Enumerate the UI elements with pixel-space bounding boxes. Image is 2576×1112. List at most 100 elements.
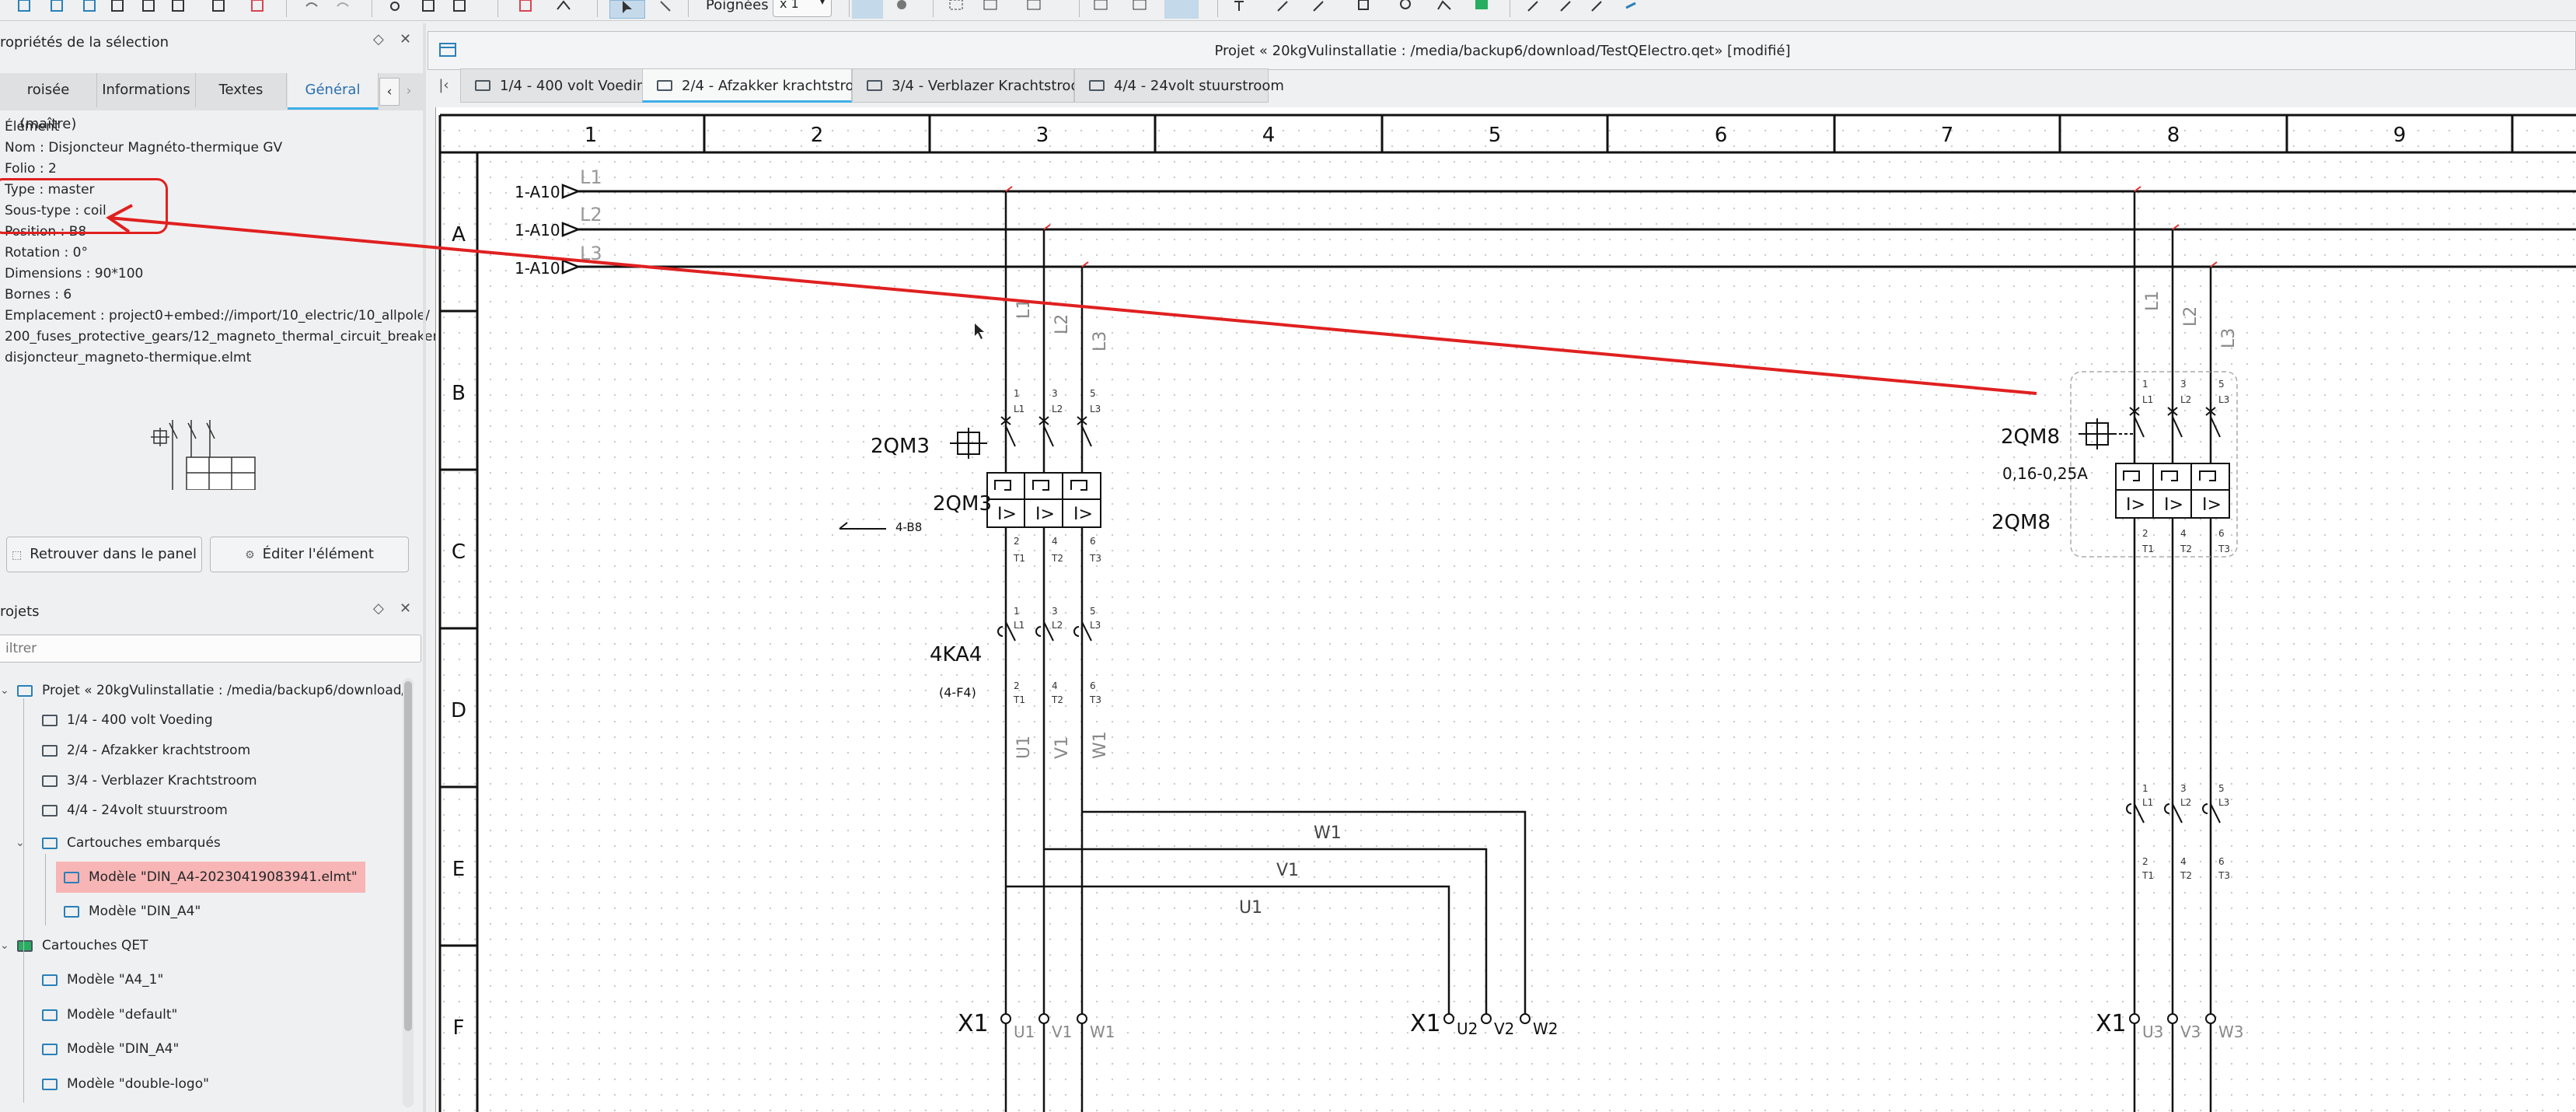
bus-ref: 1-A10	[515, 259, 560, 278]
pole-number: 3	[1052, 388, 1058, 399]
wire-label: U1	[1014, 736, 1034, 759]
motor-wire-label: U1	[1239, 898, 1262, 918]
terminal-tag: X1	[2096, 1010, 2127, 1037]
contactor-ref: (4-F4)	[939, 685, 976, 700]
pole-number: 4	[2180, 528, 2187, 539]
pole-label: L3	[1090, 620, 1101, 631]
breaker-label: 2QM3	[933, 492, 992, 516]
schematic-drawing: 1 2 3 4 5 6 7 8 9 A B C D E F 1-A10 1-A1…	[106, 114, 2576, 1112]
bus-label: L1	[580, 166, 602, 188]
column-header: 4	[1262, 124, 1276, 147]
wire-label: L1	[2143, 291, 2162, 311]
pole-number: 2	[1014, 536, 1020, 547]
pole-number: 4	[1052, 536, 1058, 547]
motor-wire-label: V1	[1276, 861, 1299, 880]
wire-label: L2	[1052, 314, 1072, 334]
terminal-name: W3	[2218, 1023, 2244, 1041]
bus-ref: 1-A10	[515, 221, 560, 240]
pole-label: L1	[1014, 404, 1024, 414]
pole-number: 1	[2142, 783, 2148, 794]
pole-label: L2	[2180, 797, 2191, 808]
terminal-name: W2	[1533, 1019, 1559, 1038]
terminal-name: U1	[1014, 1023, 1035, 1041]
terminal-tag: X1	[958, 1010, 989, 1037]
row-header: E	[452, 858, 465, 881]
wire-label: L2	[2181, 306, 2201, 327]
column-header: 6	[1715, 124, 1728, 147]
breaker-tag: 2QM3	[871, 435, 930, 458]
pole-number: 1	[1014, 606, 1020, 617]
pole-number: 5	[1090, 606, 1096, 617]
terminal-name: U2	[1457, 1019, 1478, 1038]
pole-label: L1	[2142, 797, 2153, 808]
terminal-name: V3	[2180, 1023, 2201, 1041]
pole-label: T1	[2141, 870, 2154, 881]
column-header: 3	[1036, 124, 1049, 147]
trip-label: I>	[2126, 495, 2145, 515]
pole-number: 2	[2142, 856, 2148, 867]
pole-label: T3	[2218, 544, 2230, 554]
bus-label: L2	[580, 204, 602, 226]
pole-label: L1	[1014, 620, 1024, 631]
pole-label: T1	[2141, 544, 2154, 554]
pole-number: 6	[1090, 536, 1096, 547]
pole-number: 4	[2180, 856, 2187, 867]
pole-number: 3	[1052, 606, 1058, 617]
pole-number: 4	[1052, 680, 1058, 691]
pole-label: T2	[1051, 553, 1063, 564]
bus-ref: 1-A10	[515, 183, 560, 201]
trip-label: I>	[1035, 505, 1055, 524]
pole-number: 5	[2218, 379, 2225, 390]
terminal-name: V2	[1494, 1019, 1514, 1038]
pole-label: T1	[1013, 553, 1025, 564]
column-header: 7	[1941, 124, 1954, 147]
pole-label: T3	[1089, 694, 1101, 705]
pole-label: L3	[2218, 394, 2229, 405]
column-header: 9	[2393, 124, 2407, 147]
pole-label: T2	[1051, 694, 1063, 705]
terminal-name: V1	[1052, 1023, 1072, 1041]
pole-label: T1	[1013, 694, 1025, 705]
row-header: A	[452, 223, 466, 247]
pole-number: 3	[2180, 783, 2187, 794]
wire-label: L3	[1091, 331, 1110, 351]
row-header: D	[451, 699, 466, 722]
breaker-ref: 4-B8	[895, 520, 922, 534]
breaker-label: 2QM8	[1991, 511, 2051, 534]
pole-label: L2	[1052, 404, 1063, 414]
column-header: 5	[1489, 124, 1502, 147]
annotation-arrow	[106, 204, 2037, 395]
column-header: 1	[585, 124, 598, 147]
terminal-tag: X1	[1410, 1010, 1441, 1037]
pole-label: T3	[1089, 553, 1101, 564]
trip-label: I>	[2164, 495, 2183, 515]
pole-label: T3	[2218, 870, 2230, 881]
pole-label: T2	[2180, 544, 2192, 554]
pole-number: 6	[2218, 528, 2225, 539]
pole-label: L3	[2218, 797, 2229, 808]
pole-number: 6	[1090, 680, 1096, 691]
pole-label: L1	[2142, 394, 2153, 405]
pole-label: L2	[1052, 620, 1063, 631]
terminal-name: U3	[2142, 1023, 2163, 1041]
pole-label: L3	[1090, 404, 1101, 414]
pole-number: 2	[2142, 528, 2148, 539]
trip-label: I>	[1073, 505, 1093, 524]
pole-number: 3	[2180, 379, 2187, 390]
pole-label: L2	[2180, 394, 2191, 405]
motor-wire-label: W1	[1314, 824, 1342, 843]
pole-number: 1	[1014, 388, 1020, 399]
pole-number: 6	[2218, 856, 2225, 867]
row-header: C	[452, 540, 466, 564]
pole-number: 5	[1090, 388, 1096, 399]
pole-number: 2	[1014, 680, 1020, 691]
pole-number: 5	[2218, 783, 2225, 794]
row-header: F	[453, 1016, 465, 1040]
row-header: B	[452, 382, 466, 405]
breaker-tag: 2QM8	[2001, 425, 2060, 449]
pole-number: 1	[2142, 379, 2148, 390]
column-header: 2	[811, 124, 824, 147]
trip-label: I>	[997, 505, 1017, 524]
wire-label: W1	[1091, 731, 1110, 759]
mouse-cursor-icon	[975, 323, 984, 339]
